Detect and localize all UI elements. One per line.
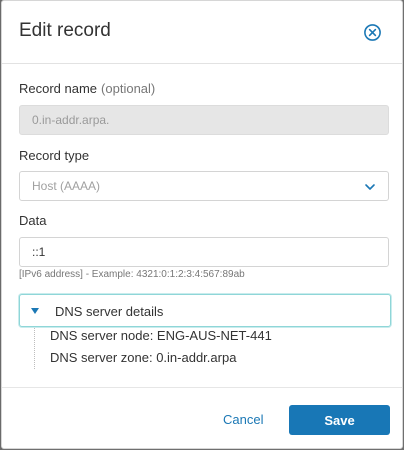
dns-server-details-title: DNS server details (55, 304, 164, 319)
data-hint: [IPv6 address] - Example: 4321:0:1:2:3:4… (19, 269, 245, 280)
dns-server-zone: DNS server zone: 0.in-addr.arpa (50, 350, 237, 365)
record-name-field: 0.in-addr.arpa. (19, 105, 389, 135)
dns-server-details-body: DNS server node: ENG-AUS-NET-441 DNS ser… (34, 328, 374, 369)
dialog-title: Edit record (19, 20, 111, 41)
close-icon[interactable] (363, 23, 382, 42)
dialog-header: Edit record (2, 1, 402, 64)
dns-server-details-toggle[interactable]: DNS server details (19, 294, 391, 327)
data-label: Data (19, 213, 47, 228)
record-type-selected: Host (AAAA) (32, 179, 101, 193)
save-button[interactable]: Save (289, 405, 390, 435)
record-name-label-text: Record name (19, 81, 98, 96)
data-input[interactable]: ::1 (19, 237, 389, 267)
record-type-label: Record type (19, 148, 90, 163)
footer-divider (2, 387, 402, 388)
record-name-label: Record name (optional) (19, 81, 155, 96)
caret-down-icon (31, 308, 39, 314)
dns-server-node: DNS server node: ENG-AUS-NET-441 (50, 328, 272, 343)
data-input-value: ::1 (32, 245, 46, 259)
optional-tag: (optional) (101, 81, 156, 96)
edit-record-dialog: Edit record Record name (optional) 0.in-a… (1, 0, 403, 449)
record-name-value: 0.in-addr.arpa. (32, 113, 110, 127)
record-type-select[interactable]: Host (AAAA) (19, 171, 389, 201)
cancel-button[interactable]: Cancel (223, 412, 263, 427)
chevron-down-icon (365, 184, 375, 190)
